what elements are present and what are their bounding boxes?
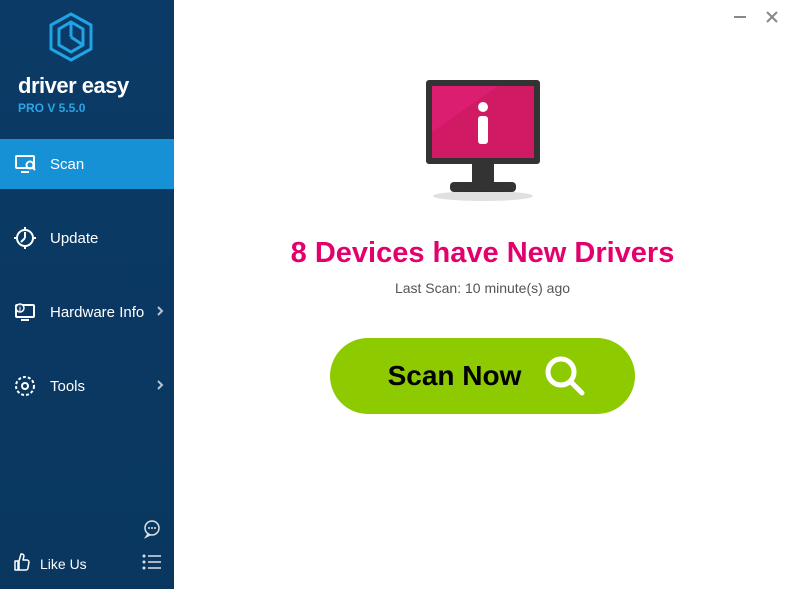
scan-now-label: Scan Now bbox=[388, 360, 522, 392]
app-version: PRO V 5.5.0 bbox=[18, 101, 174, 115]
nav-item-tools[interactable]: Tools bbox=[0, 361, 174, 411]
main-content: 8 Devices have New Drivers Last Scan: 10… bbox=[174, 0, 791, 589]
minimize-button[interactable] bbox=[731, 8, 749, 26]
nav-label-hardware-info: Hardware Info bbox=[50, 304, 144, 321]
nav-label-update: Update bbox=[50, 230, 98, 247]
nav-label-tools: Tools bbox=[50, 378, 85, 395]
tools-icon bbox=[14, 375, 36, 397]
svg-text:i: i bbox=[19, 306, 21, 313]
like-us-button[interactable]: Like Us bbox=[12, 552, 87, 575]
nav: Scan Update i Hardware Info bbox=[0, 139, 174, 435]
nav-label-scan: Scan bbox=[50, 156, 84, 173]
app-logo-icon bbox=[48, 12, 174, 67]
logo-area: driver easy PRO V 5.5.0 bbox=[0, 0, 174, 133]
scan-now-button[interactable]: Scan Now bbox=[330, 338, 636, 414]
nav-item-hardware-info[interactable]: i Hardware Info bbox=[0, 287, 174, 337]
menu-list-icon[interactable] bbox=[142, 554, 162, 575]
like-us-label: Like Us bbox=[40, 556, 87, 572]
chevron-right-icon bbox=[156, 378, 164, 395]
close-button[interactable] bbox=[763, 8, 781, 26]
feedback-icon[interactable] bbox=[142, 519, 162, 544]
sidebar: driver easy PRO V 5.5.0 Scan Update i bbox=[0, 0, 174, 589]
hardware-info-icon: i bbox=[14, 301, 36, 323]
status-headline: 8 Devices have New Drivers bbox=[291, 237, 675, 270]
magnify-icon bbox=[541, 352, 589, 400]
scan-icon bbox=[14, 153, 36, 175]
thumbs-up-icon bbox=[12, 552, 32, 575]
nav-item-scan[interactable]: Scan bbox=[0, 139, 174, 189]
last-scan-text: Last Scan: 10 minute(s) ago bbox=[395, 280, 570, 296]
monitor-warning-illustration bbox=[408, 72, 558, 217]
nav-item-update[interactable]: Update bbox=[0, 213, 174, 263]
app-brand: driver easy bbox=[18, 73, 174, 99]
chevron-right-icon bbox=[156, 304, 164, 321]
update-icon bbox=[14, 227, 36, 249]
